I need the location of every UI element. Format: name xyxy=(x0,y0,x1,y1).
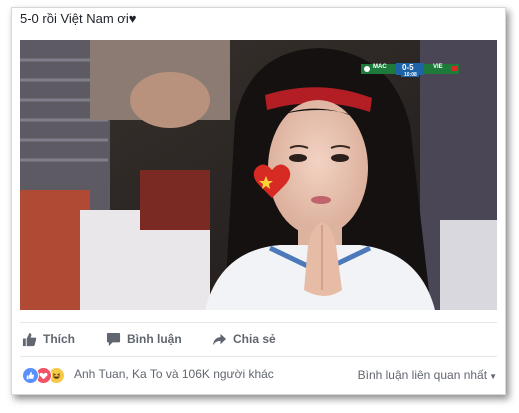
comment-sort-dropdown[interactable]: Bình luận liên quan nhất ▼ xyxy=(358,368,497,382)
like-label: Thích xyxy=(43,332,75,346)
thumbs-up-icon xyxy=(22,332,37,346)
reactions-bar: Anh Tuan, Ka To và 106K người khác Bình … xyxy=(20,363,497,385)
post-actions: Thích Bình luận Chia sẻ xyxy=(20,328,497,350)
post-caption: 5-0 rồi Việt Nam ơi♥ xyxy=(20,11,137,26)
match-clock: 10:08 xyxy=(404,72,417,78)
divider-top xyxy=(20,322,497,323)
away-team-label: VIE xyxy=(433,64,443,70)
home-team-label: MAC xyxy=(373,64,387,70)
reactions-summary[interactable]: Anh Tuan, Ka To và 106K người khác xyxy=(74,367,274,381)
scoreboard-overlay: MAC 0-5 VIE 10:08 xyxy=(361,63,459,78)
video-frame xyxy=(20,40,497,310)
comment-icon xyxy=(106,332,121,346)
comment-button[interactable]: Bình luận xyxy=(106,328,182,350)
comment-label: Bình luận xyxy=(127,332,182,346)
like-icon xyxy=(22,367,39,384)
share-label: Chia sẻ xyxy=(233,332,276,346)
caret-down-icon: ▼ xyxy=(489,372,497,381)
video-player[interactable]: MAC 0-5 VIE 10:08 xyxy=(20,40,497,310)
share-button[interactable]: Chia sẻ xyxy=(212,328,276,350)
share-icon xyxy=(212,333,227,345)
reaction-icons[interactable] xyxy=(22,367,70,384)
comment-sort-label: Bình luận liên quan nhất xyxy=(357,368,488,382)
divider-bottom xyxy=(20,356,497,357)
like-button[interactable]: Thích xyxy=(22,328,75,350)
score-label: 0-5 xyxy=(402,63,414,72)
